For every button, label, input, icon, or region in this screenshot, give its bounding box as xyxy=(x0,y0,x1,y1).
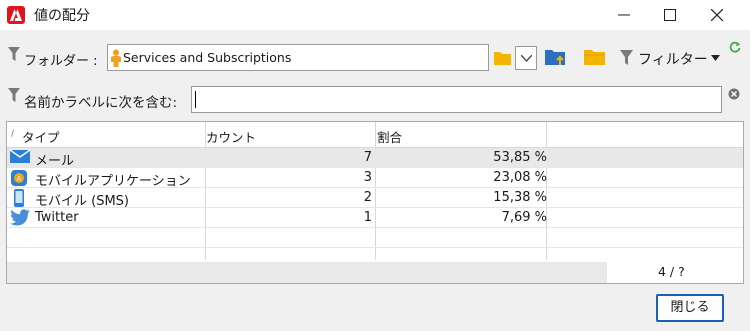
clear-search-icon[interactable] xyxy=(728,88,740,100)
folder-dropdown-button[interactable] xyxy=(515,46,537,70)
window-title: 値の配分 xyxy=(34,8,90,24)
column-header-type[interactable]: タイプ xyxy=(22,127,60,146)
column-header-count[interactable]: カウント xyxy=(206,127,256,146)
folder-user-icon xyxy=(111,49,121,67)
row-type: モバイル (SMS) xyxy=(35,194,129,209)
row-percent: 53,85 % xyxy=(493,150,547,165)
mobile-app-icon: A xyxy=(11,170,27,186)
empty-row xyxy=(7,248,743,260)
filter-caret-icon[interactable] xyxy=(711,55,720,61)
minimize-icon xyxy=(618,14,630,16)
table-row[interactable]: Twitter 1 7,69 % xyxy=(7,208,743,228)
sort-icon: / xyxy=(11,129,15,139)
empty-row xyxy=(7,228,743,248)
refresh-icon[interactable] xyxy=(729,41,741,53)
filter-menu-button[interactable]: フィルター xyxy=(638,49,708,69)
row-count: 2 xyxy=(363,190,372,205)
search-filter-icon xyxy=(8,88,20,102)
table-footer xyxy=(7,262,607,283)
column-header-percent[interactable]: 割合 xyxy=(377,127,402,146)
row-type: モバイルアプリケーション xyxy=(35,174,191,189)
close-window-button[interactable] xyxy=(694,0,740,30)
table-row[interactable]: モバイル (SMS) 2 15,38 % xyxy=(7,188,743,209)
folder-label: フォルダー : xyxy=(24,54,98,69)
table-row[interactable]: メール 7 53,85 % xyxy=(7,148,743,169)
folder-icon[interactable] xyxy=(584,49,606,66)
filter-menu-icon xyxy=(620,50,633,65)
row-type: Twitter xyxy=(35,210,79,225)
title-bar: 値の配分 xyxy=(0,0,750,30)
twitter-icon xyxy=(10,209,30,226)
row-percent: 23,08 % xyxy=(493,170,547,185)
close-button[interactable]: 閉じる xyxy=(656,294,724,322)
chevron-down-icon xyxy=(521,55,532,62)
minimize-button[interactable] xyxy=(601,0,647,30)
row-percent: 15,38 % xyxy=(493,190,547,205)
row-count: 3 xyxy=(363,170,372,185)
table-row[interactable]: A モバイルアプリケーション 3 23,08 % xyxy=(7,168,743,189)
maximize-button[interactable] xyxy=(647,0,693,30)
folder-value: Services and Subscriptions xyxy=(123,50,292,65)
adobe-logo-icon xyxy=(7,6,25,24)
maximize-icon xyxy=(664,9,676,21)
distribution-table: / タイプ カウント 割合 メール 7 53,85 % A モバイルアプリケーシ… xyxy=(6,121,744,284)
mobile-phone-icon xyxy=(14,189,24,207)
row-count: 1 xyxy=(363,210,372,225)
record-counter: 4 / ? xyxy=(658,264,685,279)
mail-icon xyxy=(10,149,30,163)
folder-browse-icon[interactable] xyxy=(494,51,511,65)
svg-text:A: A xyxy=(17,176,22,183)
row-count: 7 xyxy=(363,150,372,165)
filter-icon xyxy=(8,47,20,61)
row-percent: 7,69 % xyxy=(501,210,547,225)
search-label: 名前かラベルに次を含む: xyxy=(24,95,178,111)
folder-open-blue-icon[interactable] xyxy=(545,48,567,67)
search-input[interactable] xyxy=(191,86,722,113)
close-icon xyxy=(711,9,723,21)
folder-field[interactable]: Services and Subscriptions xyxy=(107,44,489,71)
row-type: メール xyxy=(35,154,75,169)
